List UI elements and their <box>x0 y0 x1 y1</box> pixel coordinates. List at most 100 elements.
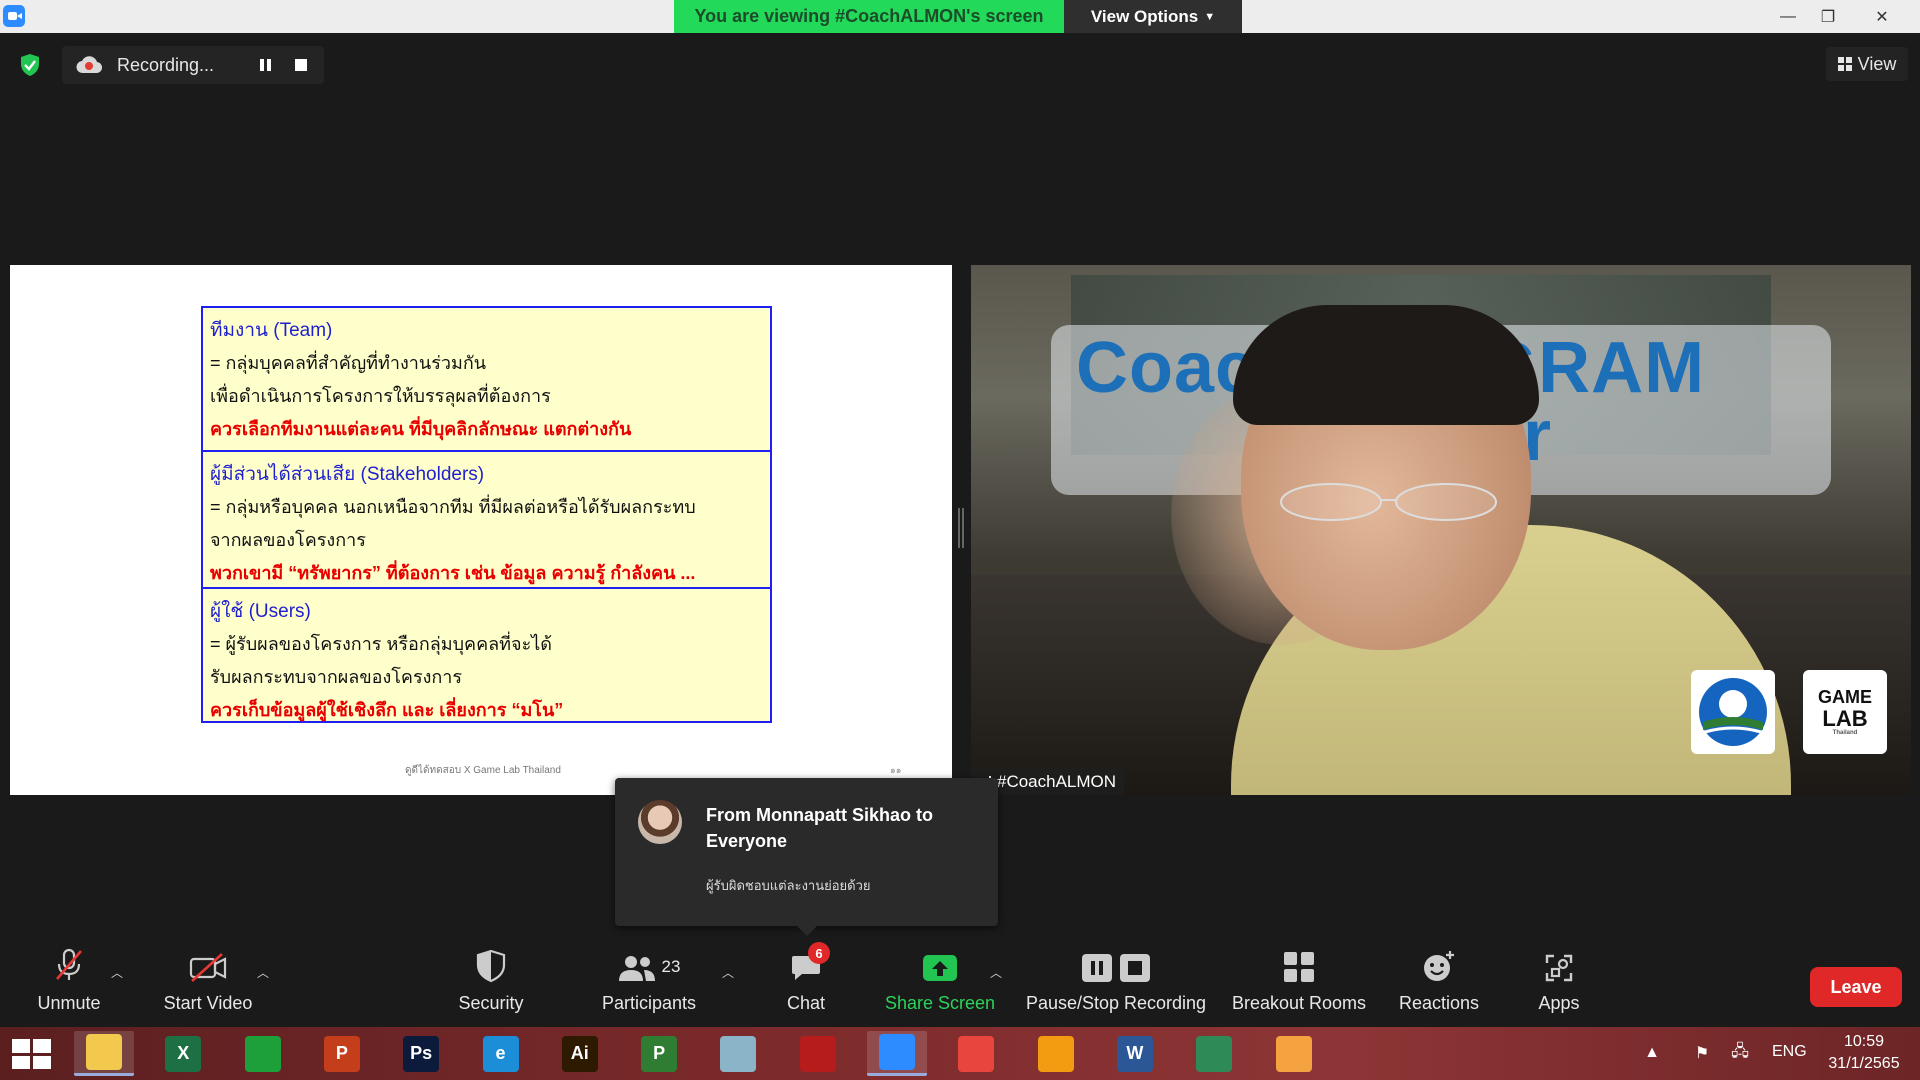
start-video-label: Start Video <box>163 993 253 1013</box>
section-title: ทีมงาน (Team) <box>210 320 333 341</box>
slide-content-box: ทีมงาน (Team) = กลุ่มบุคคลที่สำคัญที่ทำง… <box>201 306 772 723</box>
unmute-button[interactable]: Unmute <box>22 942 116 1027</box>
game-lab-logo-text: LAB <box>1822 706 1868 731</box>
taskbar-app-chrome[interactable] <box>946 1031 1006 1076</box>
slide-page-number: ๑๑ <box>890 765 902 775</box>
taskbar-app-notes[interactable] <box>708 1031 768 1076</box>
minimize-button[interactable]: — <box>1768 0 1808 33</box>
section-line: = ผู้รับผลของโครงการ หรือกลุ่มบุคคลที่จะ… <box>210 634 552 654</box>
security-button[interactable]: Security <box>444 942 538 1027</box>
file-explorer-icon <box>86 1034 122 1070</box>
share-options-chevron-icon[interactable]: ︿ <box>990 964 1002 981</box>
breakout-rooms-button[interactable]: Breakout Rooms <box>1230 942 1368 1027</box>
participants-label: Participants <box>601 993 697 1013</box>
meeting-toolbar: Unmute ︿ Start Video ︿ Security 23 Parti… <box>0 942 1920 1027</box>
reactions-button[interactable]: Reactions <box>1392 942 1486 1027</box>
section-line: รับผลกระทบจากผลของโครงการ <box>210 667 463 687</box>
action-center-flag-icon[interactable]: ⚑ <box>1690 1041 1714 1065</box>
slide-footer: ดูดีได้ทดสอบ X Game Lab Thailand <box>405 765 561 776</box>
share-screen-label: Share Screen <box>884 993 996 1013</box>
restore-button[interactable]: ❐ <box>1808 0 1848 33</box>
zoom-meeting-window: You are viewing #CoachALMON's screen Vie… <box>0 0 1920 1080</box>
taskbar-app-excel[interactable]: X <box>153 1031 213 1076</box>
screen-app-icon <box>1196 1035 1233 1072</box>
chat-notification[interactable]: From Monnapatt Sikhao to Everyone ผู้รับ… <box>615 778 998 936</box>
participant-name: #CoachALMON <box>997 771 1117 791</box>
clock-date: 31/1/2565 <box>1828 1055 1900 1072</box>
section-highlight: ควรเลือกทีมงานแต่ละคน ที่มีบุคลิกลักษณะ … <box>210 419 632 439</box>
zoom-logo-icon <box>3 5 25 27</box>
windows-taskbar: X P Ps e Ai P W ▲ ⚑ 🖧 ENG 10:59 31/1/2565 <box>0 1027 1920 1080</box>
security-label: Security <box>458 993 524 1013</box>
photos-icon <box>1037 1035 1074 1072</box>
taskbar-app-file-explorer[interactable] <box>74 1031 134 1076</box>
taskbar-app-screen-app[interactable] <box>1184 1031 1244 1076</box>
audio-options-chevron-icon[interactable]: ︿ <box>111 964 123 981</box>
taskbar-app-illustrator[interactable]: Ai <box>550 1031 610 1076</box>
stop-recording-button[interactable] <box>288 52 314 78</box>
word-icon: W <box>1116 1035 1153 1072</box>
participants-options-chevron-icon[interactable]: ︿ <box>722 964 734 981</box>
slide-section-users: ผู้ใช้ (Users) = ผู้รับผลของโครงการ หรือ… <box>203 587 770 721</box>
reactions-smiley-icon <box>1422 942 1456 987</box>
share-screen-button[interactable]: Share Screen <box>884 942 996 1027</box>
chrome-icon <box>958 1035 995 1072</box>
chat-icon: 6 <box>790 942 830 987</box>
participants-button[interactable]: 23 Participants <box>596 942 702 1027</box>
speaker-glasses <box>1280 483 1497 521</box>
participant-video-tile[interactable]: Coach PROGRAM urer GAME LAB Thailand #Co… <box>971 265 1911 795</box>
taskbar-app-project[interactable]: P <box>629 1031 689 1076</box>
apps-button[interactable]: Apps <box>1526 942 1592 1027</box>
grid-view-icon <box>1837 57 1852 71</box>
section-line: จากผลของโครงการ <box>210 530 366 550</box>
taskbar-app-photoscape[interactable] <box>788 1031 848 1076</box>
encryption-shield-icon[interactable] <box>14 50 46 80</box>
program-logo-icon <box>1691 670 1775 754</box>
view-layout-button[interactable]: View <box>1826 47 1908 81</box>
taskbar-app-store[interactable] <box>233 1031 293 1076</box>
reactions-label: Reactions <box>1398 993 1480 1013</box>
pause-stop-recording-button[interactable]: Pause/Stop Recording <box>1024 942 1208 1027</box>
powerpoint-icon: P <box>323 1035 360 1072</box>
input-language-indicator[interactable]: ENG <box>1772 1043 1807 1061</box>
close-button[interactable]: ✕ <box>1862 0 1902 33</box>
taskbar-app-word[interactable]: W <box>1105 1031 1165 1076</box>
participants-icon: 23 <box>618 942 681 987</box>
title-bar: You are viewing #CoachALMON's screen Vie… <box>0 0 1920 33</box>
windows-start-button[interactable] <box>12 1039 52 1069</box>
video-options-chevron-icon[interactable]: ︿ <box>257 964 269 981</box>
share-screen-icon <box>922 942 958 987</box>
taskbar-app-photoshop[interactable]: Ps <box>391 1031 451 1076</box>
panel-splitter-handle[interactable] <box>958 508 964 548</box>
breakout-rooms-icon <box>1283 942 1315 987</box>
chat-sender: From Monnapatt Sikhao to Everyone <box>706 805 933 851</box>
taskbar-app-snip[interactable] <box>1264 1031 1324 1076</box>
taskbar-app-powerpoint[interactable]: P <box>312 1031 372 1076</box>
shared-screen: ทีมงาน (Team) = กลุ่มบุคคลที่สำคัญที่ทำง… <box>10 265 952 795</box>
leave-button[interactable]: Leave <box>1810 967 1902 1007</box>
chat-button[interactable]: 6 Chat <box>776 942 836 1027</box>
taskbar-app-zoom[interactable] <box>867 1031 927 1076</box>
game-lab-logo: GAME LAB Thailand <box>1803 670 1887 754</box>
breakout-rooms-label: Breakout Rooms <box>1231 993 1367 1013</box>
game-lab-logo-text: Thailand <box>1832 730 1858 736</box>
clock-time: 10:59 <box>1843 1033 1885 1050</box>
taskbar-app-internet-explorer[interactable]: e <box>471 1031 531 1076</box>
taskbar-app-photos[interactable] <box>1026 1031 1086 1076</box>
section-line: = กลุ่มบุคคลที่สำคัญที่ทำงานร่วมกัน <box>210 353 487 373</box>
illustrator-icon: Ai <box>561 1035 598 1072</box>
view-options-button[interactable]: View Options ▼ <box>1064 0 1242 33</box>
section-title: ผู้มีส่วนได้ส่วนเสีย (Stakeholders) <box>210 464 485 485</box>
system-clock[interactable]: 10:59 31/1/2565 <box>1808 1031 1920 1075</box>
network-icon[interactable]: 🖧 <box>1728 1041 1752 1065</box>
notes-icon <box>720 1035 757 1072</box>
apps-label: Apps <box>1538 993 1580 1013</box>
slide-section-team: ทีมงาน (Team) = กลุ่มบุคคลที่สำคัญที่ทำง… <box>203 308 770 450</box>
participants-count: 23 <box>661 957 681 976</box>
pause-recording-button[interactable] <box>252 52 278 78</box>
view-label: View <box>1857 53 1897 74</box>
security-shield-icon <box>475 942 507 987</box>
tray-overflow-chevron-icon[interactable]: ▲ <box>1640 1041 1664 1065</box>
start-video-button[interactable]: Start Video <box>150 942 266 1027</box>
excel-icon: X <box>165 1035 202 1072</box>
